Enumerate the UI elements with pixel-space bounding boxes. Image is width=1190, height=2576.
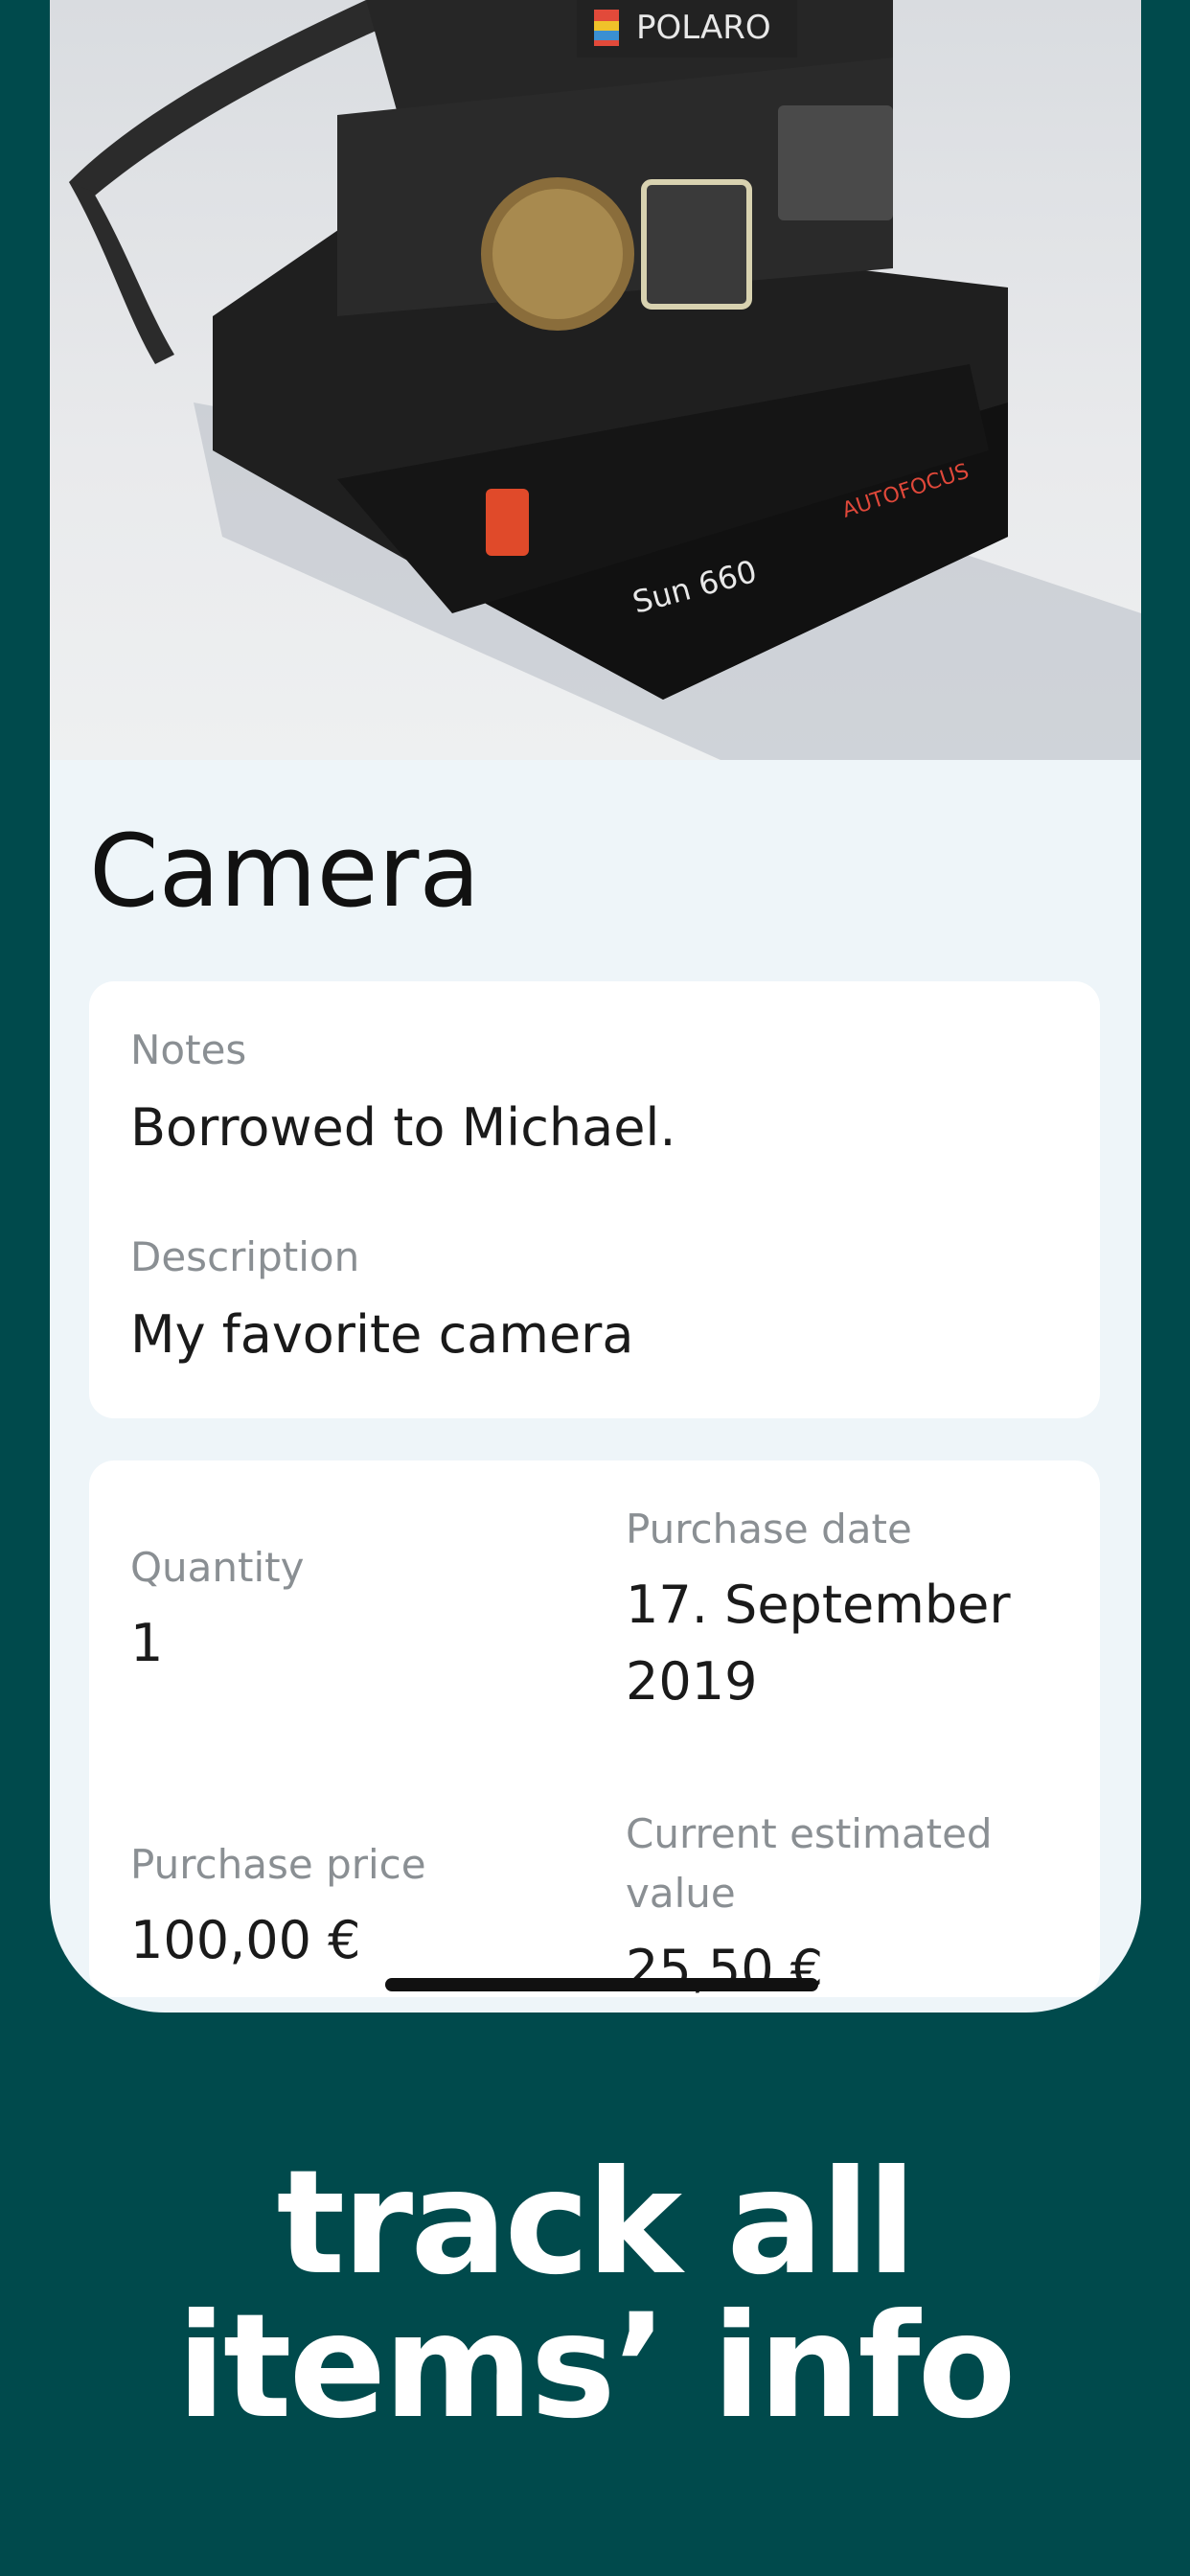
quantity-value[interactable]: 1 [130, 1604, 163, 1682]
purchase-date-value-line2[interactable]: 2019 [626, 1643, 757, 1720]
home-indicator[interactable] [385, 1978, 818, 1991]
notes-card: Notes Borrowed to Michael. Description M… [89, 981, 1100, 1418]
camera-illustration: Sun 660 AUTOFOCUS POLARO [69, 0, 1141, 760]
description-label: Description [130, 1233, 360, 1280]
item-photo: Sun 660 AUTOFOCUS POLARO [50, 0, 1141, 760]
description-value[interactable]: My favorite camera [130, 1296, 633, 1373]
phone-screen: Sun 660 AUTOFOCUS POLARO Camera Notes Bo… [50, 0, 1141, 2012]
item-title: Camera [89, 813, 481, 930]
marketing-tagline: track all items’ info [0, 2151, 1190, 2439]
estimated-value-label-line1: Current estimated [626, 1810, 993, 1857]
camera-brand-mark: POLARO [636, 9, 771, 47]
notes-label: Notes [130, 1026, 247, 1073]
details-card: Quantity 1 Purchase date 17. September 2… [89, 1460, 1100, 1999]
purchase-price-label: Purchase price [130, 1841, 426, 1888]
notes-value[interactable]: Borrowed to Michael. [130, 1089, 676, 1166]
quantity-label: Quantity [130, 1544, 305, 1591]
purchase-price-value[interactable]: 100,00 € [130, 1901, 360, 1979]
tagline-line-1: track all [276, 2140, 917, 2307]
purchase-date-label: Purchase date [626, 1506, 912, 1552]
estimated-value-label-line2: value [626, 1870, 736, 1917]
tagline-line-2: items’ info [176, 2284, 1016, 2450]
estimated-value-value[interactable]: 25,50 € [626, 1930, 823, 2008]
purchase-date-value-line1[interactable]: 17. September [626, 1566, 1011, 1644]
